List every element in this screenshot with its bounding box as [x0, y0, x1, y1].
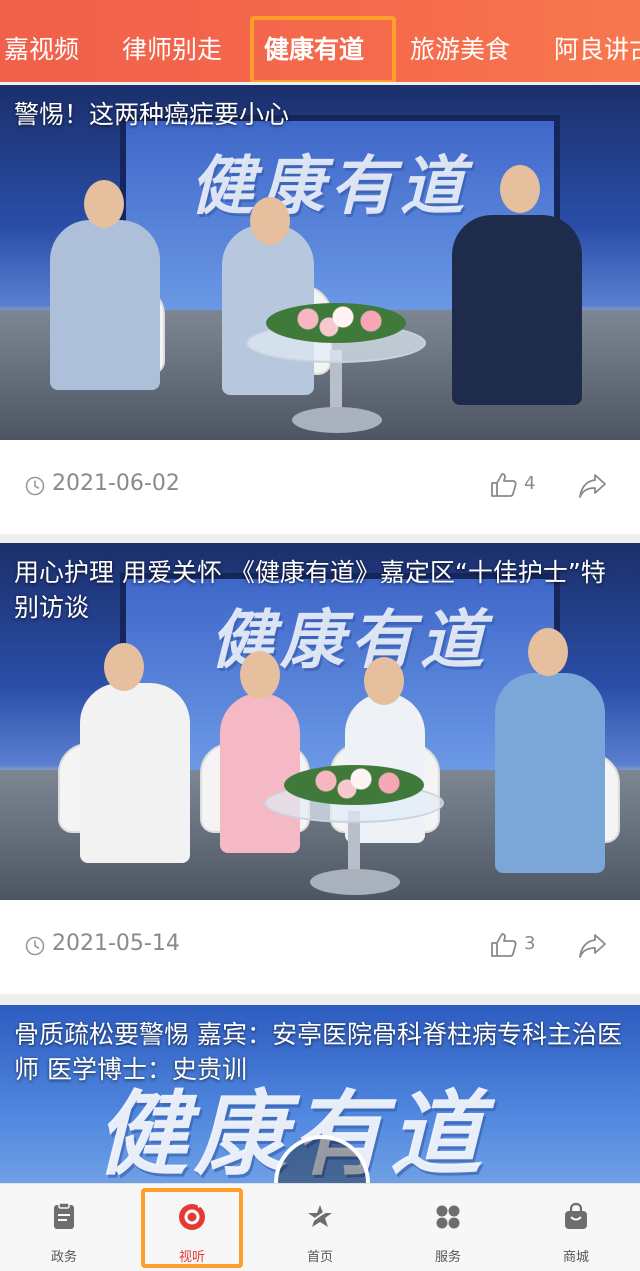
video-thumbnail[interactable]: 健康有道 用心护理 用爱关怀 《健康有道》嘉定区“十佳护士”特别访谈	[0, 543, 640, 900]
video-card[interactable]: 健康有道 警惕！这两种癌症要小心 2021-06-02 4	[0, 85, 640, 534]
clock-icon	[25, 936, 45, 956]
nav-item-government[interactable]: 政务	[0, 1184, 128, 1271]
video-thumbnail[interactable]: 健康有道 警惕！这两种癌症要小心	[0, 85, 640, 440]
like-count: 4	[524, 473, 536, 494]
star-swoosh-icon	[308, 1205, 334, 1227]
host-person	[452, 215, 582, 405]
clock-icon	[25, 476, 45, 496]
flower-arrangement	[284, 765, 424, 805]
backdrop-title: 健康有道	[190, 150, 470, 224]
video-title: 警惕！这两种癌症要小心	[14, 100, 290, 129]
host-person	[495, 673, 605, 873]
nurse-head	[240, 651, 280, 699]
active-tab-highlight	[250, 16, 396, 82]
nav-label: 政务	[50, 1250, 77, 1265]
table-base	[310, 869, 400, 895]
flower-arrangement	[266, 303, 406, 343]
video-thumbnail[interactable]: 健康有道 骨质疏松要警惕 嘉宾：安亭医院骨科脊柱病专科主治医师 医学博士：史贵训	[0, 1005, 640, 1183]
host-head	[528, 628, 568, 676]
video-title: 骨质疏松要警惕 嘉宾：安亭医院骨科脊柱病专科主治医师 医学博士：史贵训	[14, 1020, 622, 1084]
thumbs-up-icon[interactable]	[490, 472, 518, 498]
tab-lawyer[interactable]: 律师别走	[122, 30, 222, 66]
tab-travel-food[interactable]: 旅游美食	[410, 30, 510, 66]
share-icon[interactable]	[578, 932, 608, 960]
nurse-head	[104, 643, 144, 691]
publish-date: 2021-06-02	[52, 471, 180, 496]
publish-date: 2021-05-14	[52, 931, 180, 956]
shopping-bag-icon	[565, 1202, 587, 1229]
tab-jia-video[interactable]: 嘉视频	[4, 30, 79, 66]
nurse-person	[220, 693, 300, 853]
bottom-navigation: 政务 视听 首页 服务 商城	[0, 1183, 640, 1271]
video-card[interactable]: 健康有道 用心护理 用爱关怀 《健康有道》嘉定区“十佳护士”特别访谈 2021-…	[0, 543, 640, 994]
like-count: 3	[524, 933, 536, 954]
document-icon	[54, 1202, 74, 1229]
table-base	[292, 407, 382, 433]
share-icon[interactable]	[578, 472, 608, 500]
guest-head	[84, 180, 124, 228]
nav-item-services[interactable]: 服务	[384, 1184, 512, 1271]
guest-head	[250, 197, 290, 245]
video-meta-row: 2021-06-02 4	[0, 440, 640, 534]
host-head	[500, 165, 540, 213]
nav-label: 首页	[306, 1250, 333, 1265]
thumbs-up-icon[interactable]	[490, 932, 518, 958]
video-meta-row: 2021-05-14 3	[0, 900, 640, 994]
active-nav-highlight	[141, 1188, 243, 1268]
nurse-head	[364, 657, 404, 705]
video-title: 用心护理 用爱关怀 《健康有道》嘉定区“十佳护士”特别访谈	[14, 558, 606, 622]
nav-label: 商城	[562, 1250, 589, 1265]
grid-icon	[436, 1205, 460, 1229]
tab-aliang[interactable]: 阿良讲古	[554, 30, 640, 66]
nav-item-home[interactable]: 首页	[256, 1184, 384, 1271]
nurse-person	[80, 683, 190, 863]
nav-item-mall[interactable]: 商城	[512, 1184, 640, 1271]
category-tab-bar: 嘉视频 律师别走 健康有道 旅游美食 阿良讲古	[0, 0, 640, 82]
nav-label: 服务	[434, 1250, 461, 1265]
guest-person	[50, 220, 160, 390]
video-card[interactable]: 健康有道 骨质疏松要警惕 嘉宾：安亭医院骨科脊柱病专科主治医师 医学博士：史贵训	[0, 1005, 640, 1183]
